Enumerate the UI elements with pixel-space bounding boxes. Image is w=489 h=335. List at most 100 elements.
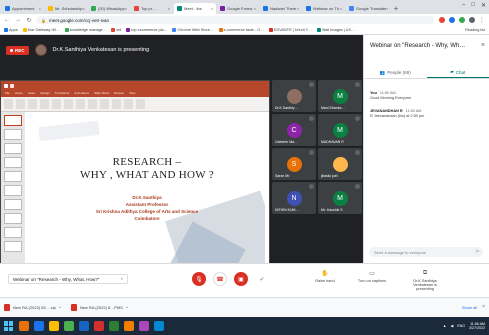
- extension-icon[interactable]: [439, 17, 445, 23]
- extension-icon[interactable]: [459, 17, 465, 23]
- taskbar-app-icon[interactable]: [139, 321, 149, 331]
- slide-subtitle-line: Sri Krishna Adithya College of Arts and …: [95, 209, 199, 214]
- bookmark-item[interactable]: EDVANTE | Unroll Y…: [268, 28, 312, 32]
- participant-tile[interactable]: C Catherin Ma…: [272, 114, 316, 146]
- mic-muted-icon: [355, 150, 360, 155]
- browser-tab[interactable]: (20) WhatsApp ×: [88, 3, 130, 14]
- taskbar-app-icon[interactable]: [124, 321, 134, 331]
- browser-tab[interactable]: Google Forms ×: [217, 3, 259, 14]
- bookmark-item[interactable]: Kiar Gateway Hil…: [22, 28, 60, 32]
- taskbar-app-icon[interactable]: [34, 321, 44, 331]
- network-icon[interactable]: ▲: [443, 324, 447, 328]
- captions-button[interactable]: ▭ Turn on captions: [352, 270, 392, 283]
- microphone-off-button[interactable]: 🎙: [192, 272, 206, 286]
- show-all-downloads-link[interactable]: Show all: [462, 305, 477, 310]
- tab-chat[interactable]: ▰ Chat: [426, 67, 489, 78]
- bookmark-item[interactable]: Chrome Web Store…: [172, 28, 214, 32]
- presenter-avatar: [34, 44, 47, 56]
- tab-close-icon[interactable]: ×: [39, 6, 41, 11]
- taskbar-app-icon[interactable]: [19, 321, 29, 331]
- tab-close-icon[interactable]: ×: [83, 6, 85, 11]
- browser-tab[interactable]: Appointment ×: [2, 3, 44, 14]
- participant-tile[interactable]: M Mani Shanka…: [318, 80, 362, 112]
- ribbon-button: [76, 99, 85, 109]
- chat-message: JEVANANDHAN R 11:50 AM R Jeevanandan (bio)…: [370, 109, 482, 119]
- address-bar[interactable]: 🔒 meet.google.com/ccj-vetr-ivan: [37, 16, 434, 24]
- participant-tile[interactable]: S Saran Mr.: [272, 148, 316, 180]
- taskbar-app-icon[interactable]: [49, 321, 59, 331]
- back-icon[interactable]: ←: [4, 17, 10, 23]
- browser-tab[interactable]: Mr. Scholarship ×: [45, 3, 87, 14]
- participant-avatar: [286, 88, 302, 104]
- browser-tab[interactable]: Nadanei Them ×: [260, 3, 302, 14]
- browser-tab[interactable]: Google Translate ×: [346, 3, 388, 14]
- reload-icon[interactable]: ↻: [26, 17, 32, 24]
- close-panel-icon[interactable]: ×: [481, 42, 485, 49]
- chevron-up-icon[interactable]: ^: [126, 305, 128, 310]
- browser-tab[interactable]: Top pr… ×: [131, 3, 173, 14]
- tab-close-icon[interactable]: ×: [125, 6, 127, 11]
- maximize-icon[interactable]: □: [471, 2, 475, 9]
- taskbar-app-icon[interactable]: [154, 321, 164, 331]
- chat-input[interactable]: Send a message to everyone ➤: [369, 247, 483, 257]
- download-item[interactable]: New RA (2022) 83 …zip ^: [4, 304, 61, 311]
- browser-tab[interactable]: Meet - tbs ×: [174, 3, 216, 14]
- participant-tile[interactable]: Dr.K.Santhiy…: [272, 80, 316, 112]
- bookmark-item[interactable]: Apps: [4, 28, 18, 32]
- language-indicator[interactable]: ENG: [457, 324, 465, 328]
- participant-tile[interactable]: M MADHAVAN R: [318, 114, 362, 146]
- participant-name: Mani Shanka…: [321, 106, 345, 110]
- browser-tab[interactable]: Webinar on Th ×: [303, 3, 345, 14]
- taskbar-app-icon[interactable]: [79, 321, 89, 331]
- new-tab-button[interactable]: +: [391, 4, 401, 14]
- chevron-up-icon[interactable]: ^: [59, 305, 61, 310]
- minimize-icon[interactable]: –: [462, 2, 465, 9]
- meeting-details-button[interactable]: Webinar on "Research - Why, What, How?" …: [8, 274, 128, 284]
- close-downloads-icon[interactable]: ×: [482, 304, 485, 310]
- reading-list[interactable]: Reading list: [465, 28, 485, 32]
- bookmark-item[interactable]: top ecommerce pla…: [126, 28, 167, 32]
- bookmark-item[interactable]: knowledge manage…: [64, 28, 106, 32]
- taskbar-app-icon[interactable]: [94, 321, 104, 331]
- tab-close-icon[interactable]: ×: [297, 6, 299, 11]
- tab-label: Meet - tbs: [184, 6, 202, 11]
- extension-icon[interactable]: [449, 17, 455, 23]
- participant-tile[interactable]: jibadio joel: [318, 148, 362, 180]
- check-button[interactable]: ✓: [255, 272, 269, 286]
- send-icon[interactable]: ➤: [475, 248, 480, 255]
- presenting-text: Dr.K.Santhiya Venkatesan is presenting: [52, 47, 150, 53]
- start-button[interactable]: [4, 321, 14, 331]
- ribbon-button: [100, 99, 109, 109]
- presenting-button[interactable]: ⧉ Dr.K.Santhiya Venkatesan is presenting: [405, 270, 445, 291]
- tab-people[interactable]: 👥 People (69): [364, 67, 427, 78]
- participant-name: Mr. Kaushik S: [321, 208, 343, 212]
- tab-close-icon[interactable]: ×: [386, 6, 388, 11]
- bookmark-item[interactable]: tell: [111, 28, 121, 32]
- slide-thumbnail: [4, 157, 22, 168]
- forward-icon[interactable]: →: [15, 17, 21, 23]
- participant-name: NITHIN KUM…: [275, 208, 299, 212]
- profile-avatar[interactable]: [469, 17, 475, 23]
- download-item[interactable]: New RA (2022) 8…PMS ^: [70, 304, 128, 311]
- menu-icon[interactable]: ⋮: [479, 17, 485, 24]
- volume-icon[interactable]: ◀: [450, 324, 453, 328]
- extension-icons: ⋮: [439, 17, 485, 24]
- chat-text: Good Morning Everyone: [370, 96, 412, 100]
- camera-off-button[interactable]: ▣: [234, 272, 248, 286]
- tab-close-icon[interactable]: ×: [168, 6, 170, 11]
- bookmark-item[interactable]: Wall Images | UX…: [316, 28, 355, 32]
- close-window-icon[interactable]: ✕: [481, 2, 486, 9]
- bookmark-item[interactable]: e-commerce facts - G…: [218, 28, 264, 32]
- leave-call-button[interactable]: ☎: [213, 272, 227, 286]
- taskbar-app-icon[interactable]: [109, 321, 119, 331]
- bookmark-label: tell: [116, 28, 122, 32]
- tab-close-icon[interactable]: ×: [211, 6, 213, 11]
- clock[interactable]: 11:56 AM 3/27/2022: [469, 322, 485, 331]
- raise-hand-button[interactable]: ✋ Raise hand: [305, 270, 345, 283]
- tab-close-icon[interactable]: ×: [340, 6, 342, 11]
- panel-title: Webinar on "Research - Why, Wh…: [370, 43, 466, 49]
- tab-close-icon[interactable]: ×: [254, 6, 256, 11]
- participant-tile[interactable]: M Mr. Kaushik S: [318, 182, 362, 214]
- taskbar-app-icon[interactable]: [64, 321, 74, 331]
- participant-tile[interactable]: N NITHIN KUM…: [272, 182, 316, 214]
